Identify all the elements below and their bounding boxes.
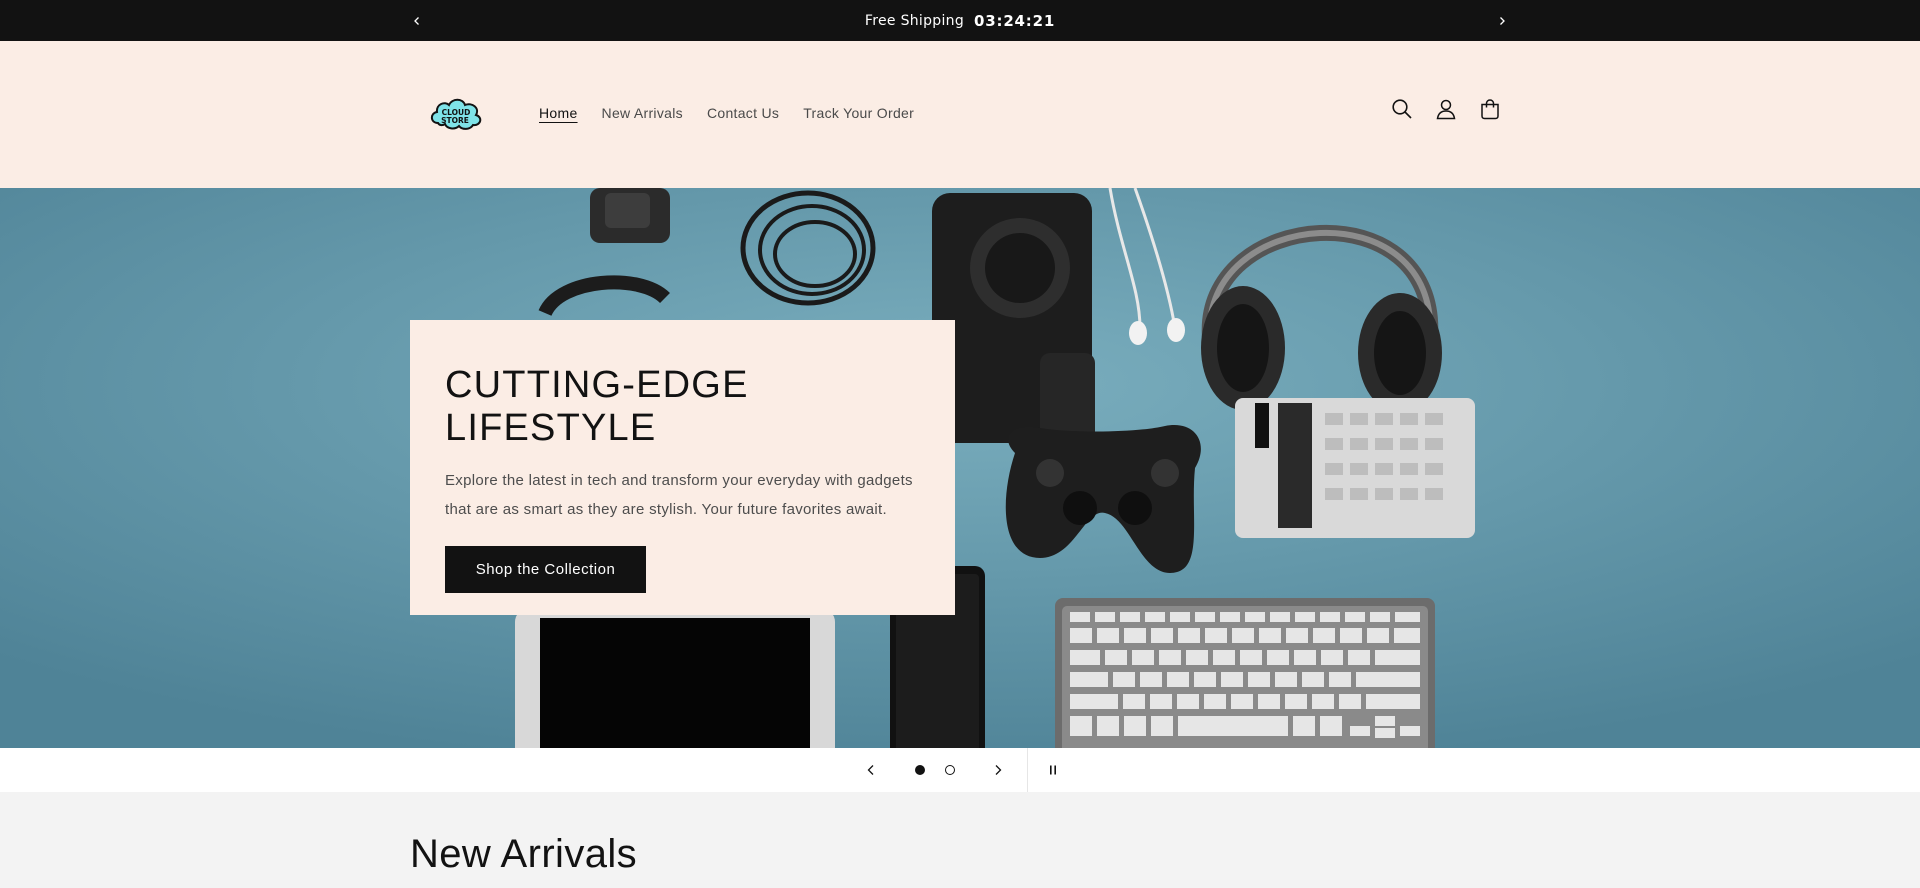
slide-dot-1[interactable] <box>908 748 932 792</box>
main-nav: Home New Arrivals Contact Us Track Your … <box>539 105 938 121</box>
hero-content-card: CUTTING-EDGE LIFESTYLE Explore the lates… <box>410 320 955 615</box>
pause-icon <box>1050 765 1056 775</box>
nav-contact-us[interactable]: Contact Us <box>707 105 779 121</box>
hero-background-image <box>0 188 1920 748</box>
slide-prev-button[interactable] <box>858 748 884 792</box>
chevron-right-icon <box>1500 16 1505 25</box>
announcement-prev-button[interactable] <box>405 0 429 41</box>
announcement-bar: Free Shipping 03:24:21 <box>0 0 1920 41</box>
account-icon <box>1436 99 1456 120</box>
slide-next-button[interactable] <box>985 748 1011 792</box>
account-button[interactable] <box>1434 97 1458 121</box>
slideshow-controls <box>0 748 1920 792</box>
chevron-left-icon <box>867 765 874 775</box>
site-header: CLOUD STORE Home New Arrivals Contact Us… <box>0 41 1920 188</box>
announcement-text: Free Shipping <box>864 12 965 29</box>
slide-dot-active <box>915 765 925 775</box>
announcement-next-button[interactable] <box>1490 0 1514 41</box>
nav-new-arrivals[interactable]: New Arrivals <box>602 105 683 121</box>
store-logo[interactable]: CLOUD STORE <box>428 93 484 133</box>
shop-the-collection-button[interactable]: Shop the Collection <box>445 546 646 593</box>
logo-text-line2: STORE <box>441 116 469 125</box>
search-icon <box>1392 99 1412 119</box>
cart-button[interactable] <box>1478 97 1502 121</box>
cart-icon <box>1481 99 1499 120</box>
controls-divider <box>1027 748 1028 792</box>
announcement-message: Free Shipping 03:24:21 <box>0 0 1920 41</box>
search-button[interactable] <box>1390 97 1414 121</box>
cloud-logo-icon: CLOUD STORE <box>430 98 482 130</box>
header-icons <box>1390 97 1502 121</box>
hero-description: Explore the latest in tech and transform… <box>445 472 913 518</box>
hero-title: CUTTING-EDGE LIFESTYLE <box>445 364 749 449</box>
chevron-left-icon <box>414 16 419 25</box>
countdown-timer: 03:24:21 <box>974 11 1056 30</box>
nav-track-your-order[interactable]: Track Your Order <box>803 105 914 121</box>
slide-dot-2[interactable] <box>938 748 962 792</box>
new-arrivals-heading: New Arrivals <box>410 832 638 876</box>
slideshow-pause-button[interactable] <box>1040 748 1066 792</box>
slide-dot-inactive <box>945 765 955 775</box>
hero-slideshow: CUTTING-EDGE LIFESTYLE Explore the lates… <box>0 188 1920 748</box>
chevron-right-icon <box>995 765 1002 775</box>
nav-home[interactable]: Home <box>539 105 578 121</box>
